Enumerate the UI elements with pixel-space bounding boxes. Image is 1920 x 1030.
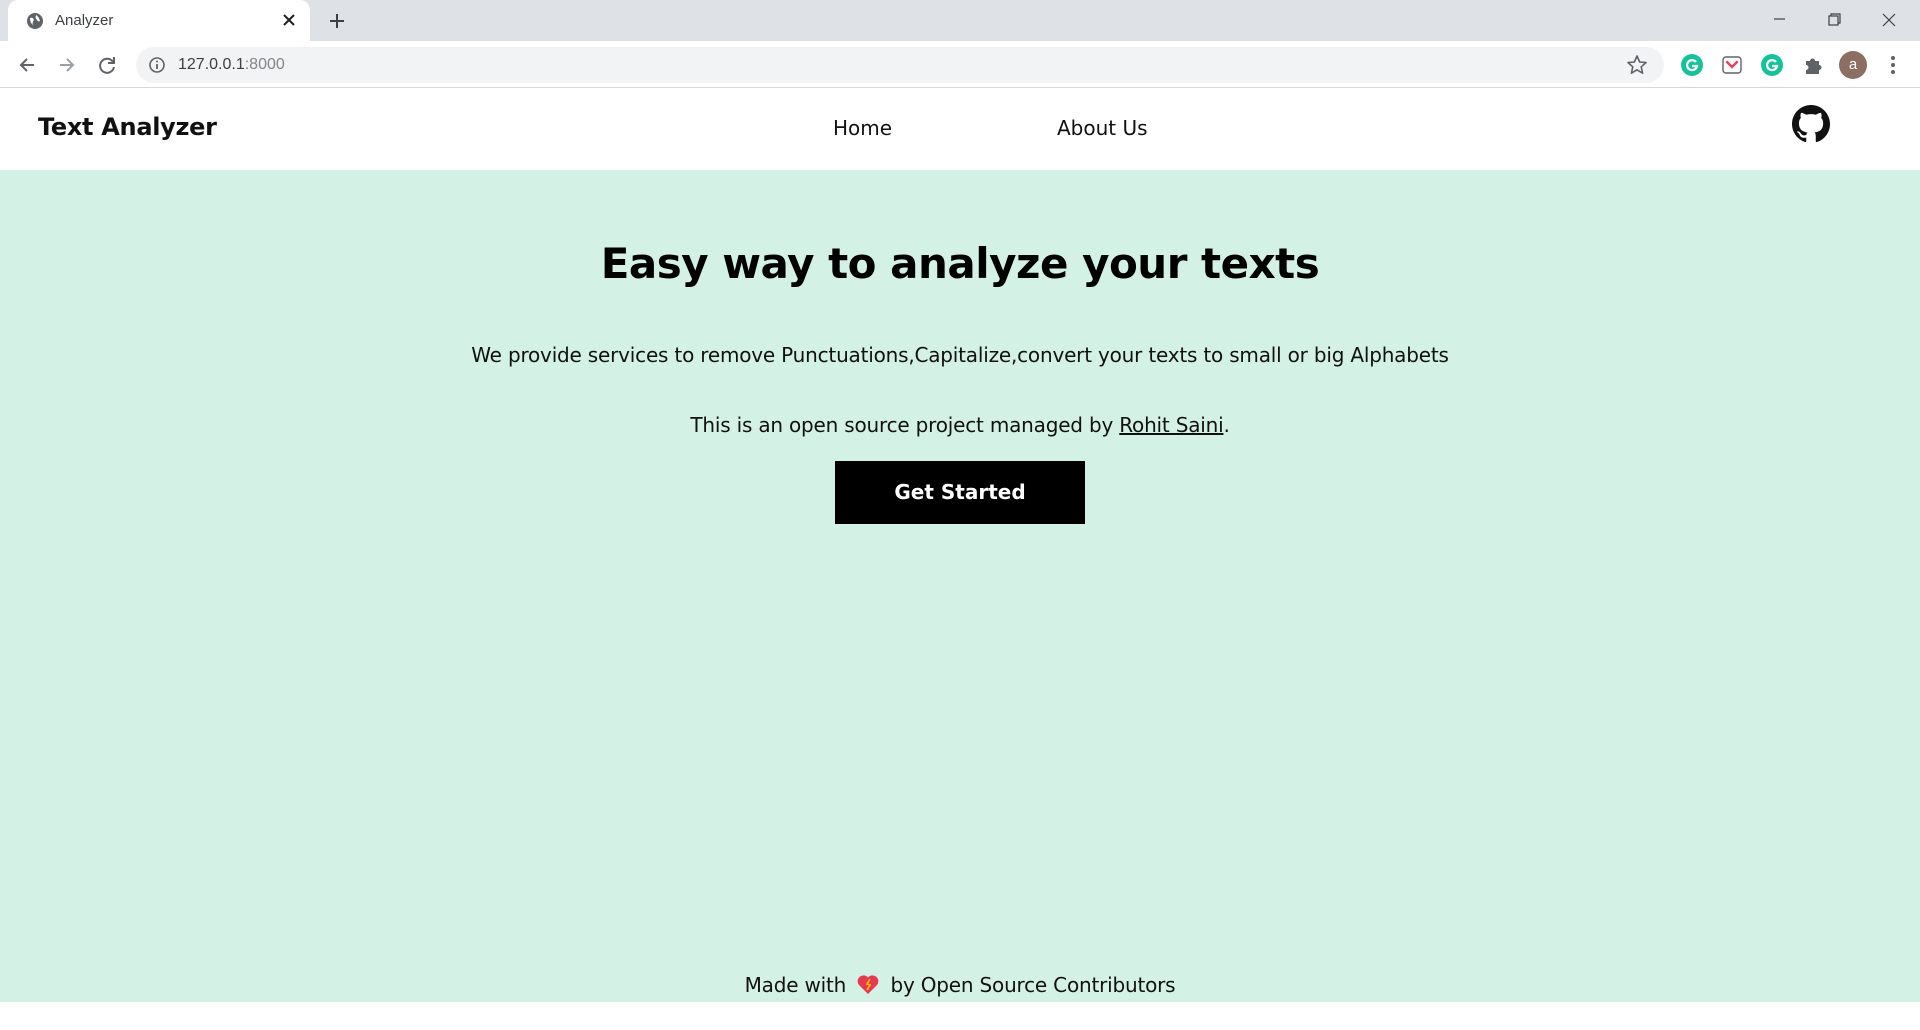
- plus-icon[interactable]: [324, 10, 350, 32]
- nav-link-home[interactable]: Home: [833, 116, 892, 140]
- tab-strip: Analyzer: [0, 0, 1920, 41]
- globe-icon: [27, 13, 43, 29]
- url-port: :8000: [244, 56, 285, 73]
- address-bar[interactable]: 127.0.0.1:8000: [136, 47, 1664, 83]
- site-brand[interactable]: Text Analyzer: [38, 113, 217, 141]
- pocket-icon[interactable]: [1719, 52, 1745, 78]
- get-started-button[interactable]: Get Started: [835, 461, 1085, 524]
- footer: Made with by Open Source Contributors: [0, 973, 1920, 997]
- credit-prefix: This is an open source project managed b…: [690, 413, 1120, 437]
- url-host: 127.0.0.1: [178, 56, 245, 73]
- forward-icon[interactable]: [53, 51, 81, 79]
- hero-subtitle: We provide services to remove Punctuatio…: [471, 343, 1449, 367]
- back-icon[interactable]: [13, 51, 41, 79]
- browser-toolbar: 127.0.0.1:8000 a: [0, 41, 1920, 88]
- url-text[interactable]: 127.0.0.1:8000: [178, 56, 285, 74]
- minimize-icon[interactable]: [1752, 4, 1806, 36]
- author-link[interactable]: Rohit Saini: [1119, 413, 1223, 437]
- grammarly-icon[interactable]: [1759, 52, 1785, 78]
- github-icon[interactable]: [1792, 105, 1830, 143]
- star-icon[interactable]: [1626, 54, 1648, 76]
- hero-title: Easy way to analyze your texts: [600, 239, 1320, 288]
- reload-icon[interactable]: [93, 51, 121, 79]
- footer-prefix: Made with: [744, 973, 847, 997]
- avatar[interactable]: a: [1839, 51, 1867, 79]
- window-close-icon[interactable]: [1862, 4, 1916, 36]
- grammarly-icon[interactable]: [1679, 52, 1705, 78]
- restore-icon[interactable]: [1807, 4, 1861, 36]
- browser-tab[interactable]: Analyzer: [8, 0, 310, 41]
- credit-suffix: .: [1223, 413, 1230, 437]
- site-navbar: Text Analyzer Home About Us: [0, 89, 1920, 170]
- page-content: Text Analyzer Home About Us Easy way to …: [0, 89, 1920, 1002]
- close-icon[interactable]: [279, 10, 299, 30]
- footer-suffix: by Open Source Contributors: [890, 973, 1176, 997]
- nav-link-about-us[interactable]: About Us: [1057, 116, 1148, 140]
- kebab-menu-icon[interactable]: [1880, 52, 1906, 78]
- hero-credit: This is an open source project managed b…: [0, 413, 1920, 437]
- puzzle-icon[interactable]: [1800, 52, 1826, 78]
- heart-icon: [857, 975, 879, 994]
- tab-title: Analyzer: [55, 12, 114, 29]
- info-icon[interactable]: [148, 56, 166, 74]
